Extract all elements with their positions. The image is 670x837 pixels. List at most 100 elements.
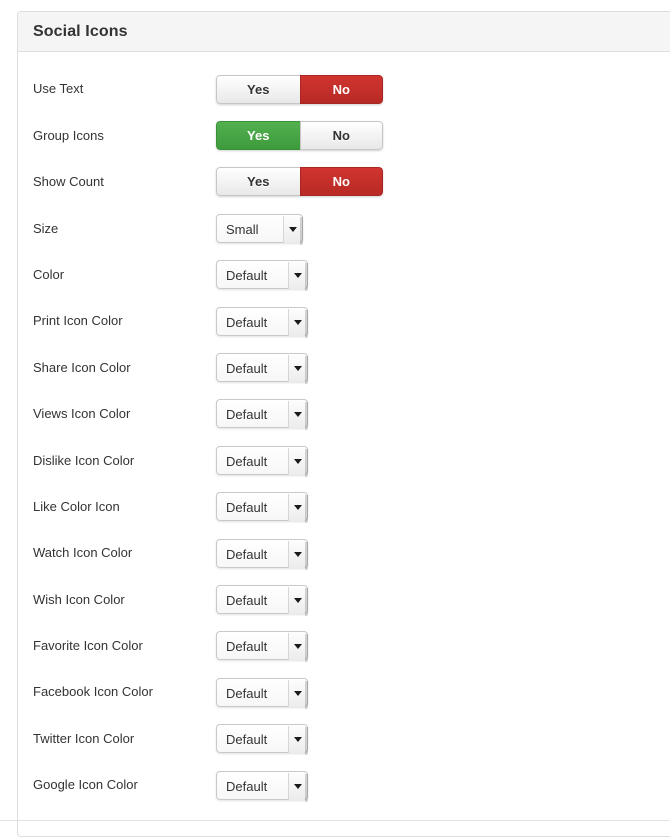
select-facebook-icon-color[interactable]: Default: [216, 677, 308, 709]
control-cell-like-color-icon: Default: [216, 492, 670, 524]
select-shadow: [305, 309, 308, 338]
select-favorite-icon-color-value: Default: [226, 639, 268, 655]
select-wish-icon-color[interactable]: Default: [216, 584, 308, 616]
form-row-favorite-icon-color: Favorite Icon Color Default: [33, 623, 670, 669]
toggle-show-count-yes[interactable]: Yes: [216, 167, 300, 197]
control-cell-size: Small: [216, 213, 670, 245]
chevron-down-icon[interactable]: [288, 726, 306, 754]
form-row-print-icon-color: Print Icon Color Default: [33, 298, 670, 344]
form-row-watch-icon-color: Watch Icon Color Default: [33, 530, 670, 576]
chevron-down-icon[interactable]: [288, 586, 306, 614]
form-row-google-icon-color: Google Icon Color Default: [33, 762, 670, 808]
settings-form: Use Text Yes No Group Icons Yes No Show Count Y…: [18, 52, 670, 836]
chevron-down-icon[interactable]: [288, 540, 306, 568]
control-cell-show-count: Yes No: [216, 167, 670, 197]
label-print-icon-color: Print Icon Color: [33, 313, 123, 329]
select-color[interactable]: Default: [216, 260, 308, 292]
select-dislike-icon-color[interactable]: Default: [216, 445, 308, 477]
form-row-views-icon-color: Views Icon Color Default: [33, 391, 670, 437]
form-row-size: Size Small: [33, 205, 670, 251]
select-shadow: [305, 448, 308, 477]
chevron-down-icon[interactable]: [288, 633, 306, 661]
toggle-group-icons-yes[interactable]: Yes: [216, 121, 300, 151]
label-facebook-icon-color: Facebook Icon Color: [33, 684, 153, 700]
select-shadow: [305, 634, 308, 663]
select-print-icon-color-value: Default: [226, 314, 268, 330]
select-like-color-icon[interactable]: Default: [216, 492, 308, 524]
label-views-icon-color: Views Icon Color: [33, 406, 131, 422]
label-watch-icon-color: Watch Icon Color: [33, 545, 133, 561]
select-google-icon-color[interactable]: Default: [216, 770, 308, 802]
chevron-down-icon[interactable]: [288, 447, 306, 475]
control-cell-color: Default: [216, 260, 670, 292]
select-shadow: [305, 541, 308, 570]
label-share-icon-color: Share Icon Color: [33, 359, 131, 375]
toggle-group-icons[interactable]: Yes No: [216, 121, 383, 151]
label-google-icon-color: Google Icon Color: [33, 777, 138, 793]
panel-header: Social Icons: [18, 12, 670, 52]
control-cell-group-icons: Yes No: [216, 121, 670, 151]
form-row-group-icons: Group Icons Yes No: [33, 112, 670, 158]
toggle-use-text[interactable]: Yes No: [216, 74, 383, 104]
select-dislike-icon-color-value: Default: [226, 453, 268, 469]
chevron-down-icon[interactable]: [288, 494, 306, 522]
toggle-show-count-no[interactable]: No: [299, 167, 383, 197]
form-row-like-color-icon: Like Color Icon Default: [33, 484, 670, 530]
select-views-icon-color-value: Default: [226, 407, 268, 423]
control-cell-watch-icon-color: Default: [216, 538, 670, 570]
label-wish-icon-color: Wish Icon Color: [33, 591, 125, 607]
label-color: Color: [33, 266, 65, 282]
chevron-down-icon[interactable]: [288, 401, 306, 429]
control-cell-views-icon-color: Default: [216, 399, 670, 431]
select-shadow: [305, 402, 308, 431]
select-twitter-icon-color[interactable]: Default: [216, 724, 308, 756]
chevron-down-icon[interactable]: [288, 355, 306, 383]
select-shadow: [305, 587, 308, 616]
control-cell-favorite-icon-color: Default: [216, 631, 670, 663]
form-row-dislike-icon-color: Dislike Icon Color Default: [33, 437, 670, 483]
control-cell-google-icon-color: Default: [216, 770, 670, 802]
select-print-icon-color[interactable]: Default: [216, 306, 308, 338]
select-wish-icon-color-value: Default: [226, 592, 268, 608]
control-cell-use-text: Yes No: [216, 74, 670, 104]
chevron-down-icon[interactable]: [288, 772, 306, 800]
label-like-color-icon: Like Color Icon: [33, 498, 120, 514]
select-facebook-icon-color-value: Default: [226, 685, 268, 701]
select-favorite-icon-color[interactable]: Default: [216, 631, 308, 663]
label-show-count: Show Count: [33, 174, 104, 190]
page-title: Social Icons: [33, 22, 128, 40]
toggle-group-icons-no[interactable]: No: [299, 121, 383, 151]
label-dislike-icon-color: Dislike Icon Color: [33, 452, 135, 468]
select-color-value: Default: [226, 268, 268, 284]
select-shadow: [305, 356, 308, 385]
label-size: Size: [33, 220, 59, 236]
select-like-color-icon-value: Default: [226, 500, 268, 516]
select-google-icon-color-value: Default: [226, 778, 268, 794]
toggle-show-count[interactable]: Yes No: [216, 167, 383, 197]
chevron-down-icon[interactable]: [283, 215, 301, 243]
select-size[interactable]: Small: [216, 213, 303, 245]
label-use-text: Use Text: [33, 81, 84, 97]
control-cell-dislike-icon-color: Default: [216, 445, 670, 477]
chevron-down-icon[interactable]: [288, 679, 306, 707]
select-watch-icon-color[interactable]: Default: [216, 538, 308, 570]
select-shadow: [305, 263, 308, 292]
chevron-down-icon[interactable]: [288, 308, 306, 336]
form-row-facebook-icon-color: Facebook Icon Color Default: [33, 669, 670, 715]
select-share-icon-color-value: Default: [226, 361, 268, 377]
form-row-use-text: Use Text Yes No: [33, 66, 670, 112]
chevron-down-icon[interactable]: [288, 262, 306, 290]
select-watch-icon-color-value: Default: [226, 546, 268, 562]
form-row-show-count: Show Count Yes No: [33, 159, 670, 205]
form-row-share-icon-color: Share Icon Color Default: [33, 344, 670, 390]
select-shadow: [305, 773, 308, 802]
form-row-wish-icon-color: Wish Icon Color Default: [33, 576, 670, 622]
label-twitter-icon-color: Twitter Icon Color: [33, 730, 135, 746]
select-views-icon-color[interactable]: Default: [216, 399, 308, 431]
select-size-value: Small: [226, 221, 259, 237]
select-share-icon-color[interactable]: Default: [216, 353, 308, 385]
select-shadow: [305, 495, 308, 524]
form-row-twitter-icon-color: Twitter Icon Color Default: [33, 715, 670, 761]
toggle-use-text-yes[interactable]: Yes: [216, 74, 300, 104]
toggle-use-text-no[interactable]: No: [299, 74, 383, 104]
